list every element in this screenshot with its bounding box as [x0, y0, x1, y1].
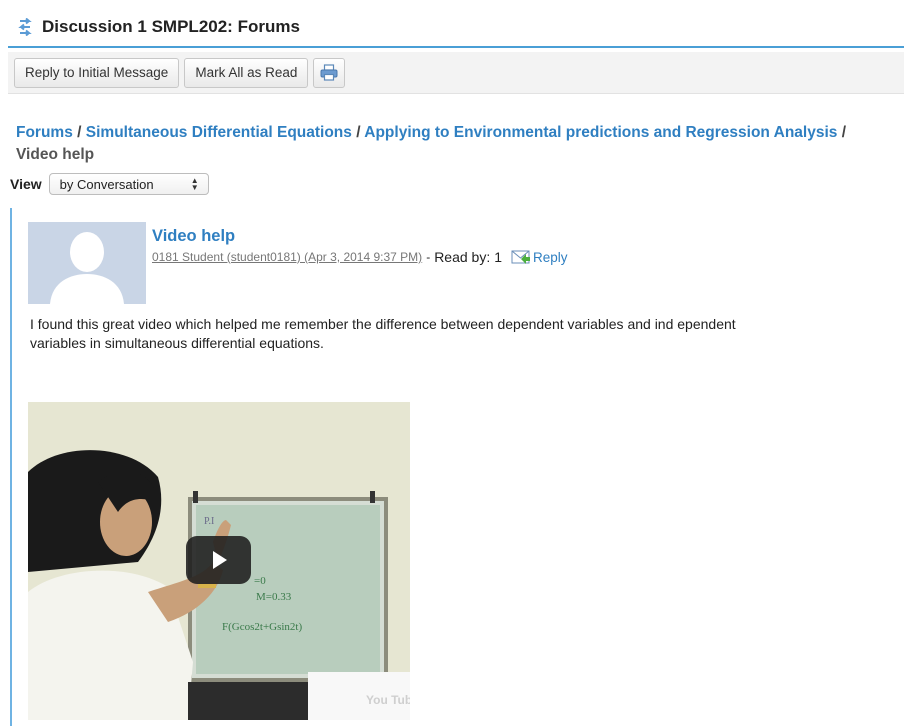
- page-title: Discussion 1 SMPL202: Forums: [42, 17, 300, 36]
- breadcrumb-current: Video help: [16, 146, 95, 163]
- read-by-label: Read by:: [434, 249, 491, 265]
- breadcrumb-separator: /: [841, 124, 847, 141]
- video-play-button[interactable]: [186, 536, 251, 584]
- select-arrows-icon: ▲ ▼: [190, 176, 199, 192]
- reply-link[interactable]: Reply: [511, 249, 568, 265]
- reply-initial-message-button[interactable]: Reply to Initial Message: [14, 57, 180, 88]
- breadcrumb-link-topic[interactable]: Simultaneous Differential Equations: [86, 124, 352, 141]
- printer-icon: [320, 64, 338, 81]
- view-select[interactable]: by Conversation ▲ ▼: [48, 173, 209, 195]
- view-row: View by Conversation ▲ ▼: [10, 173, 209, 195]
- meta-separator: -: [426, 250, 431, 264]
- board-line-2: =0: [254, 575, 266, 587]
- play-icon: [213, 551, 227, 569]
- youtube-watermark: You Tube: [366, 693, 410, 707]
- message-author[interactable]: 0181 Student (student0181) (Apr 3, 2014 …: [152, 250, 422, 264]
- breadcrumb-separator: /: [77, 124, 82, 141]
- message-title[interactable]: Video help: [152, 227, 235, 246]
- board-line-1: P.I: [204, 516, 214, 527]
- forum-arrows-icon: [18, 18, 32, 36]
- breadcrumb-link-forums[interactable]: Forums: [16, 124, 73, 141]
- thread-indent-line: [10, 208, 12, 726]
- toolbar: Reply to Initial Message Mark All as Rea…: [8, 52, 904, 94]
- message-body: I found this great video which helped me…: [30, 316, 736, 351]
- breadcrumb: Forums / Simultaneous Differential Equat…: [16, 122, 904, 166]
- view-select-value: by Conversation: [59, 176, 154, 192]
- print-button[interactable]: [313, 57, 346, 88]
- view-label: View: [10, 176, 42, 192]
- message-meta: 0181 Student (student0181) (Apr 3, 2014 …: [152, 249, 568, 265]
- avatar: [28, 222, 146, 304]
- mark-all-read-button[interactable]: Mark All as Read: [184, 57, 309, 88]
- reply-envelope-icon: [511, 250, 531, 264]
- board-line-4: F(Gcos2t+Gsin2t): [222, 621, 302, 633]
- title-bar: Discussion 1 SMPL202: Forums: [8, 8, 904, 48]
- breadcrumb-separator: /: [356, 124, 361, 141]
- reply-label: Reply: [533, 249, 568, 265]
- read-by-count: 1: [494, 249, 503, 265]
- board-line-3: M=0.33: [256, 591, 292, 603]
- breadcrumb-link-thread[interactable]: Applying to Environmental predictions an…: [364, 124, 837, 141]
- default-user-icon: [28, 222, 146, 304]
